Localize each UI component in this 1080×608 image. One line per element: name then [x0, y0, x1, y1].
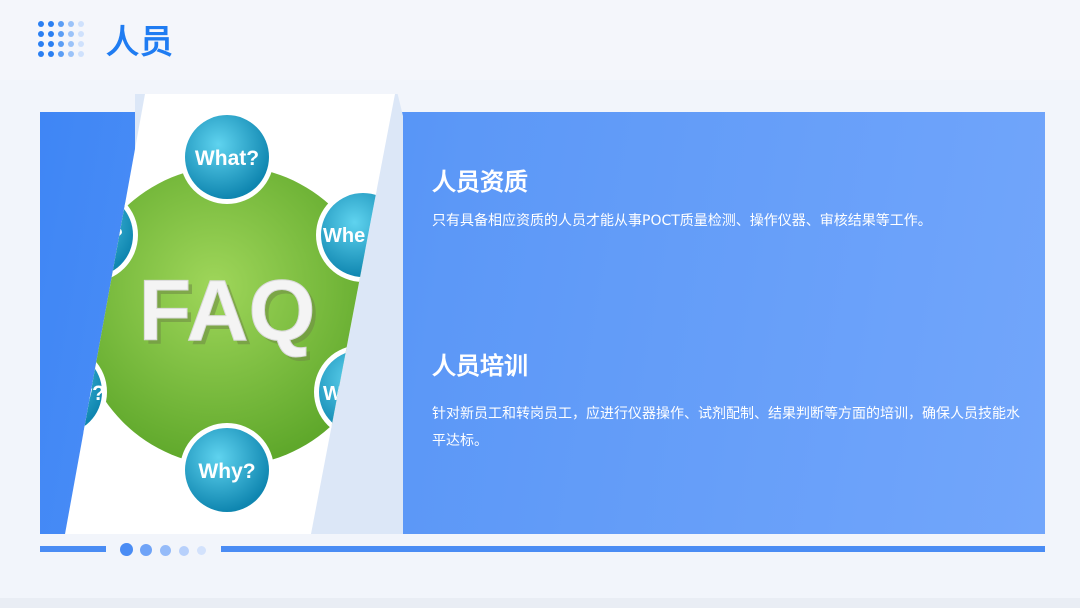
dot-grid-icon — [38, 21, 86, 61]
page-title: 人员 — [106, 22, 174, 61]
svg-text:Why?: Why? — [198, 460, 255, 483]
page-bottom-edge — [0, 598, 1080, 608]
footer-dot — [120, 543, 133, 556]
section-body-training: 针对新员工和转岗员工，应进行仪器操作、试剂配制、结果判断等方面的培训，确保人员技… — [432, 406, 1020, 449]
footer-line-right — [221, 546, 1045, 552]
footer-line-left — [40, 546, 106, 552]
section-title-training: 人员培训 — [432, 352, 528, 380]
bubble-what: What? — [180, 110, 274, 204]
footer-dot — [179, 546, 189, 556]
faq-text: FAQ — [139, 263, 316, 359]
header-bar: 人员 — [0, 0, 1080, 80]
footer-dot — [160, 545, 171, 556]
section-title-qualification: 人员资质 — [432, 168, 528, 196]
svg-text:What?: What? — [195, 147, 259, 170]
bubble-why: Why? — [180, 423, 274, 517]
svg-text:Whe: Whe — [323, 225, 365, 247]
section-body-qualification: 只有具备相应资质的人员才能从事POCT质量检测、操作仪器、审核结果等工作。 — [432, 213, 932, 229]
footer-dot — [140, 544, 152, 556]
footer-dot — [197, 546, 206, 555]
